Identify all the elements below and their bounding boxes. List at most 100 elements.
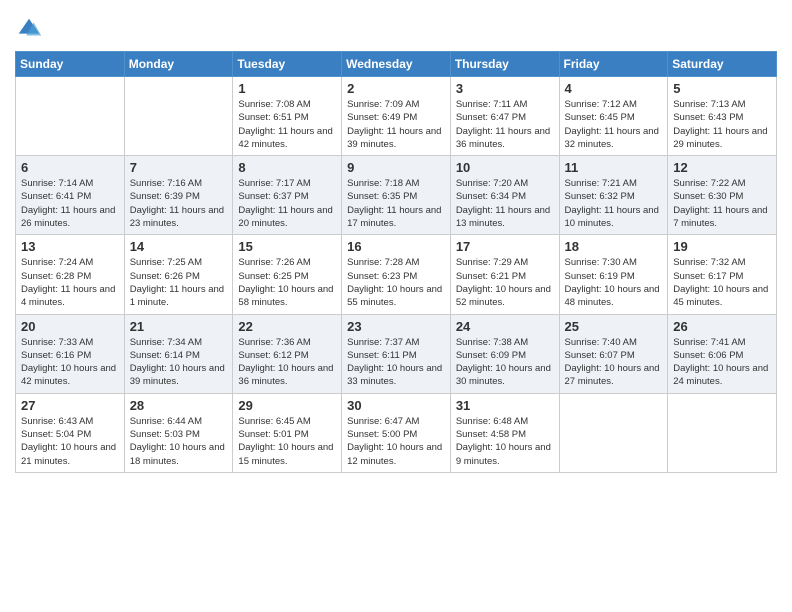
- day-info: Sunrise: 6:47 AM Sunset: 5:00 PM Dayligh…: [347, 415, 445, 468]
- day-info: Sunrise: 7:16 AM Sunset: 6:39 PM Dayligh…: [130, 177, 228, 230]
- calendar-cell: 17 Sunrise: 7:29 AM Sunset: 6:21 PM Dayli…: [450, 235, 559, 314]
- day-info: Sunrise: 7:08 AM Sunset: 6:51 PM Dayligh…: [238, 98, 336, 151]
- calendar-cell: 29 Sunrise: 6:45 AM Sunset: 5:01 PM Dayli…: [233, 393, 342, 472]
- calendar-cell: 26 Sunrise: 7:41 AM Sunset: 6:06 PM Dayli…: [668, 314, 777, 393]
- calendar-page: SundayMondayTuesdayWednesdayThursdayFrid…: [0, 0, 792, 488]
- weekday-header-tuesday: Tuesday: [233, 52, 342, 77]
- day-number: 10: [456, 160, 554, 175]
- calendar-cell: 9Sunrise: 7:18 AM Sunset: 6:35 PM Daylig…: [342, 156, 451, 235]
- day-number: 30: [347, 398, 445, 413]
- weekday-header-saturday: Saturday: [668, 52, 777, 77]
- day-number: 13: [21, 239, 119, 254]
- calendar-cell: [668, 393, 777, 472]
- day-info: Sunrise: 7:26 AM Sunset: 6:25 PM Dayligh…: [238, 256, 336, 309]
- day-info: Sunrise: 7:12 AM Sunset: 6:45 PM Dayligh…: [565, 98, 663, 151]
- day-info: Sunrise: 7:24 AM Sunset: 6:28 PM Dayligh…: [21, 256, 119, 309]
- calendar-cell: 27 Sunrise: 6:43 AM Sunset: 5:04 PM Dayli…: [16, 393, 125, 472]
- day-info: Sunrise: 6:43 AM Sunset: 5:04 PM Dayligh…: [21, 415, 119, 468]
- calendar-cell: [559, 393, 668, 472]
- calendar-cell: 25 Sunrise: 7:40 AM Sunset: 6:07 PM Dayli…: [559, 314, 668, 393]
- calendar-cell: 4 Sunrise: 7:12 AM Sunset: 6:45 PM Daylig…: [559, 77, 668, 156]
- day-number: 2: [347, 81, 445, 96]
- day-number: 1: [238, 81, 336, 96]
- calendar-cell: 19 Sunrise: 7:32 AM Sunset: 6:17 PM Dayli…: [668, 235, 777, 314]
- day-info: Sunrise: 7:34 AM Sunset: 6:14 PM Dayligh…: [130, 336, 228, 389]
- calendar-cell: [124, 77, 233, 156]
- weekday-header-sunday: Sunday: [16, 52, 125, 77]
- calendar-cell: 20 Sunrise: 7:33 AM Sunset: 6:16 PM Dayli…: [16, 314, 125, 393]
- calendar-cell: 23 Sunrise: 7:37 AM Sunset: 6:11 PM Dayli…: [342, 314, 451, 393]
- calendar-cell: 10 Sunrise: 7:20 AM Sunset: 6:34 PM Dayli…: [450, 156, 559, 235]
- day-number: 29: [238, 398, 336, 413]
- day-number: 26: [673, 319, 771, 334]
- day-number: 19: [673, 239, 771, 254]
- day-info: Sunrise: 7:17 AM Sunset: 6:37 PM Dayligh…: [238, 177, 336, 230]
- day-number: 6: [21, 160, 119, 175]
- calendar-cell: 16Sunrise: 7:28 AM Sunset: 6:23 PM Dayli…: [342, 235, 451, 314]
- day-number: 25: [565, 319, 663, 334]
- day-info: Sunrise: 7:11 AM Sunset: 6:47 PM Dayligh…: [456, 98, 554, 151]
- calendar-cell: 5 Sunrise: 7:13 AM Sunset: 6:43 PM Daylig…: [668, 77, 777, 156]
- day-info: Sunrise: 7:41 AM Sunset: 6:06 PM Dayligh…: [673, 336, 771, 389]
- day-number: 11: [565, 160, 663, 175]
- day-info: Sunrise: 7:09 AM Sunset: 6:49 PM Dayligh…: [347, 98, 445, 151]
- calendar-cell: 28 Sunrise: 6:44 AM Sunset: 5:03 PM Dayli…: [124, 393, 233, 472]
- calendar-week-row: 13 Sunrise: 7:24 AM Sunset: 6:28 PM Dayli…: [16, 235, 777, 314]
- calendar-cell: 18 Sunrise: 7:30 AM Sunset: 6:19 PM Dayli…: [559, 235, 668, 314]
- calendar-cell: 1 Sunrise: 7:08 AM Sunset: 6:51 PM Daylig…: [233, 77, 342, 156]
- calendar-cell: 21 Sunrise: 7:34 AM Sunset: 6:14 PM Dayli…: [124, 314, 233, 393]
- day-number: 5: [673, 81, 771, 96]
- day-number: 4: [565, 81, 663, 96]
- day-number: 17: [456, 239, 554, 254]
- day-info: Sunrise: 7:37 AM Sunset: 6:11 PM Dayligh…: [347, 336, 445, 389]
- calendar-cell: 6Sunrise: 7:14 AM Sunset: 6:41 PM Daylig…: [16, 156, 125, 235]
- calendar-cell: 31 Sunrise: 6:48 AM Sunset: 4:58 PM Dayli…: [450, 393, 559, 472]
- day-number: 27: [21, 398, 119, 413]
- day-number: 22: [238, 319, 336, 334]
- calendar-cell: 11 Sunrise: 7:21 AM Sunset: 6:32 PM Dayli…: [559, 156, 668, 235]
- day-number: 12: [673, 160, 771, 175]
- calendar-week-row: 27 Sunrise: 6:43 AM Sunset: 5:04 PM Dayli…: [16, 393, 777, 472]
- day-info: Sunrise: 7:36 AM Sunset: 6:12 PM Dayligh…: [238, 336, 336, 389]
- day-number: 14: [130, 239, 228, 254]
- day-info: Sunrise: 7:33 AM Sunset: 6:16 PM Dayligh…: [21, 336, 119, 389]
- day-info: Sunrise: 7:40 AM Sunset: 6:07 PM Dayligh…: [565, 336, 663, 389]
- day-info: Sunrise: 7:29 AM Sunset: 6:21 PM Dayligh…: [456, 256, 554, 309]
- day-info: Sunrise: 7:20 AM Sunset: 6:34 PM Dayligh…: [456, 177, 554, 230]
- calendar-cell: 2 Sunrise: 7:09 AM Sunset: 6:49 PM Daylig…: [342, 77, 451, 156]
- day-number: 23: [347, 319, 445, 334]
- weekday-header-thursday: Thursday: [450, 52, 559, 77]
- day-number: 18: [565, 239, 663, 254]
- day-info: Sunrise: 6:44 AM Sunset: 5:03 PM Dayligh…: [130, 415, 228, 468]
- day-number: 31: [456, 398, 554, 413]
- day-number: 15: [238, 239, 336, 254]
- calendar-cell: 30 Sunrise: 6:47 AM Sunset: 5:00 PM Dayli…: [342, 393, 451, 472]
- day-info: Sunrise: 7:30 AM Sunset: 6:19 PM Dayligh…: [565, 256, 663, 309]
- calendar-week-row: 1 Sunrise: 7:08 AM Sunset: 6:51 PM Daylig…: [16, 77, 777, 156]
- day-number: 3: [456, 81, 554, 96]
- day-info: Sunrise: 7:22 AM Sunset: 6:30 PM Dayligh…: [673, 177, 771, 230]
- calendar-cell: 12 Sunrise: 7:22 AM Sunset: 6:30 PM Dayli…: [668, 156, 777, 235]
- day-info: Sunrise: 6:48 AM Sunset: 4:58 PM Dayligh…: [456, 415, 554, 468]
- logo-icon: [15, 15, 43, 43]
- day-number: 28: [130, 398, 228, 413]
- day-number: 24: [456, 319, 554, 334]
- day-info: Sunrise: 7:32 AM Sunset: 6:17 PM Dayligh…: [673, 256, 771, 309]
- calendar-cell: 8 Sunrise: 7:17 AM Sunset: 6:37 PM Daylig…: [233, 156, 342, 235]
- calendar-cell: [16, 77, 125, 156]
- calendar-cell: 15 Sunrise: 7:26 AM Sunset: 6:25 PM Dayli…: [233, 235, 342, 314]
- day-info: Sunrise: 7:21 AM Sunset: 6:32 PM Dayligh…: [565, 177, 663, 230]
- logo: [15, 15, 45, 43]
- calendar-cell: 14Sunrise: 7:25 AM Sunset: 6:26 PM Dayli…: [124, 235, 233, 314]
- day-info: Sunrise: 7:13 AM Sunset: 6:43 PM Dayligh…: [673, 98, 771, 151]
- day-number: 7: [130, 160, 228, 175]
- calendar-week-row: 20 Sunrise: 7:33 AM Sunset: 6:16 PM Dayli…: [16, 314, 777, 393]
- calendar-cell: 13 Sunrise: 7:24 AM Sunset: 6:28 PM Dayli…: [16, 235, 125, 314]
- day-number: 20: [21, 319, 119, 334]
- day-number: 21: [130, 319, 228, 334]
- weekday-header-friday: Friday: [559, 52, 668, 77]
- weekday-header-monday: Monday: [124, 52, 233, 77]
- day-info: Sunrise: 6:45 AM Sunset: 5:01 PM Dayligh…: [238, 415, 336, 468]
- calendar-cell: 22 Sunrise: 7:36 AM Sunset: 6:12 PM Dayli…: [233, 314, 342, 393]
- day-number: 8: [238, 160, 336, 175]
